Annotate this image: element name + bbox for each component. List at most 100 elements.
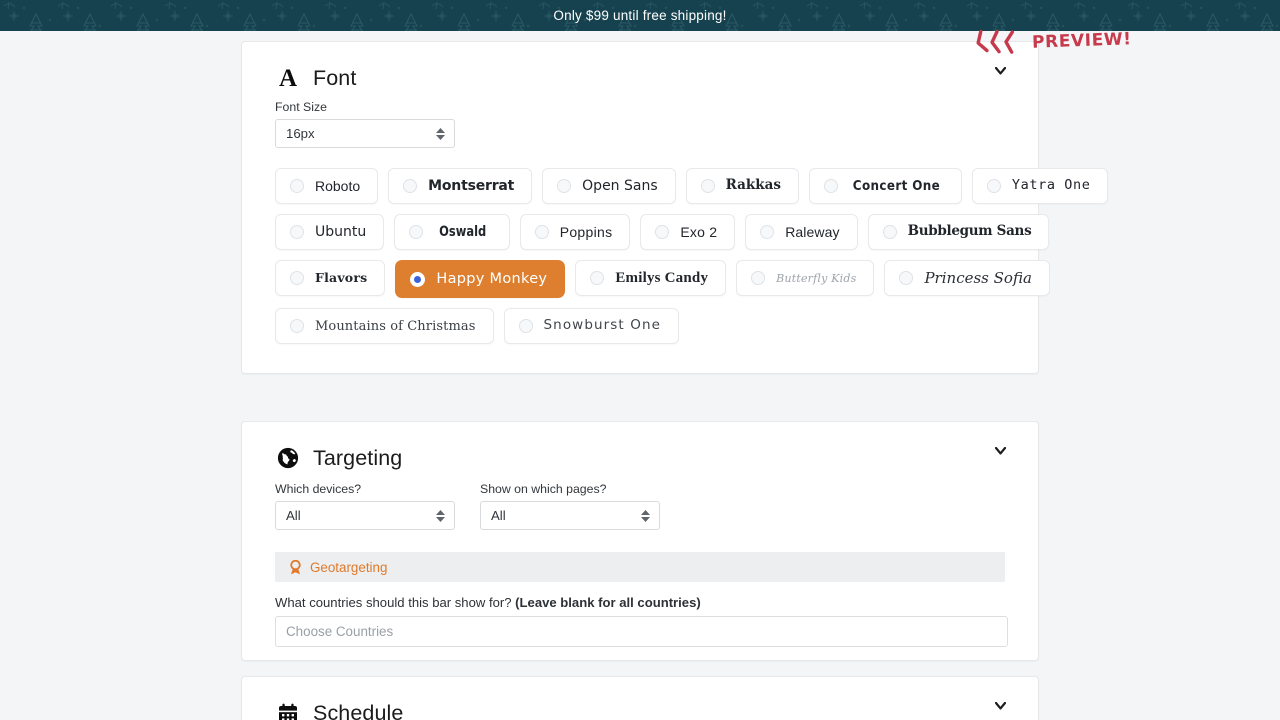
targeting-card-title: Targeting — [313, 445, 403, 470]
font-option-poppins[interactable]: Poppins — [519, 214, 631, 250]
font-option-princess-sofia[interactable]: Princess Sofia — [884, 260, 1050, 296]
countries-question: What countries should this bar show for?… — [275, 595, 1005, 610]
radio-unchecked-icon[interactable] — [655, 225, 670, 239]
radio-unchecked-icon[interactable] — [823, 179, 838, 193]
font-option-roboto[interactable]: Roboto — [275, 168, 379, 204]
font-option-montserrat[interactable]: Montserrat — [388, 168, 533, 204]
devices-field: Which devices? All — [275, 482, 455, 530]
font-option-label: Happy Monkey — [436, 270, 548, 287]
pages-label: Show on which pages? — [480, 482, 607, 496]
schedule-card: Schedule — [241, 676, 1039, 720]
radio-unchecked-icon[interactable] — [518, 319, 533, 333]
font-card-header[interactable]: A Font — [242, 42, 1038, 100]
devices-select[interactable]: All — [275, 501, 455, 530]
font-option-label: Exo 2 — [680, 224, 718, 240]
radio-unchecked-icon[interactable] — [409, 225, 424, 239]
font-option-label: Snowburst One — [543, 317, 662, 334]
geotargeting-banner: Geotargeting — [275, 552, 1005, 582]
font-option-ubuntu[interactable]: Ubuntu — [275, 214, 385, 250]
font-card: A Font Font Size 16px Roboto Montserrat Op… — [241, 41, 1109, 374]
radio-unchecked-icon[interactable] — [882, 225, 897, 239]
targeting-card-body: Which devices? All Show on which pages? … — [242, 482, 1038, 667]
font-size-value: 16px — [286, 126, 315, 141]
targeting-selects-row: Which devices? All Show on which pages? … — [275, 482, 1005, 530]
pages-field: Show on which pages? All — [480, 482, 660, 530]
font-option-yatra-one[interactable]: Yatra One — [971, 168, 1109, 204]
choose-countries-placeholder: Choose Countries — [286, 624, 394, 639]
font-option-oswald[interactable]: Oswald — [394, 214, 510, 250]
font-option-label: Poppins — [559, 224, 613, 240]
font-option-label: Concert One — [852, 178, 941, 194]
font-option-label: Ubuntu — [315, 224, 367, 240]
geotargeting-label: Geotargeting — [310, 559, 388, 575]
font-option-snowburst-one[interactable]: Snowburst One — [503, 308, 680, 344]
font-option-label: Princess Sofia — [924, 268, 1032, 287]
chevron-down-icon-schedule[interactable] — [992, 698, 1008, 714]
stepper-arrows-icon — [641, 509, 650, 522]
schedule-card-header[interactable]: Schedule — [242, 677, 1038, 720]
font-option-label: Oswald — [439, 224, 487, 240]
font-option-mountains-of-christmas[interactable]: Mountains of Christmas — [275, 308, 494, 344]
font-option-label: Raleway — [785, 224, 840, 240]
devices-value: All — [286, 508, 301, 523]
radio-unchecked-icon[interactable] — [590, 271, 605, 285]
font-options-row: Mountains of Christmas Snowburst One — [275, 308, 1005, 344]
targeting-card: Targeting Which devices? All Show on whi… — [241, 421, 1039, 661]
calendar-icon — [275, 700, 301, 720]
radio-unchecked-icon[interactable] — [700, 179, 715, 193]
stepper-arrows-icon — [436, 127, 445, 140]
font-option-emilys-candy[interactable]: Emilys Candy — [575, 260, 727, 296]
font-option-label: Emilys Candy — [615, 269, 709, 286]
radio-unchecked-icon[interactable] — [760, 225, 775, 239]
countries-question-text: What countries should this bar show for? — [275, 595, 516, 610]
choose-countries-input[interactable]: Choose Countries — [275, 616, 1008, 647]
font-option-label: Montserrat — [428, 178, 515, 194]
font-option-rakkas[interactable]: Rakkas — [685, 168, 799, 204]
font-card-body: Font Size 16px Roboto Montserrat Open Sans… — [242, 100, 1109, 374]
schedule-card-title: Schedule — [313, 700, 404, 720]
radio-unchecked-icon[interactable] — [290, 179, 304, 193]
font-option-label: Open Sans — [582, 178, 658, 194]
radio-unchecked-icon[interactable] — [290, 271, 304, 285]
font-option-bubblegum-sans[interactable]: Bubblegum Sans — [867, 214, 1050, 250]
targeting-card-header[interactable]: Targeting — [242, 422, 1038, 480]
promo-message: Only $99 until free shipping! — [553, 8, 727, 23]
font-option-happy-monkey[interactable]: Happy Monkey — [395, 260, 566, 298]
font-option-butterfly-kids[interactable]: Butterfly Kids — [736, 260, 875, 296]
font-options-row: Roboto Montserrat Open Sans Rakkas Concert O… — [275, 168, 1109, 204]
pages-select[interactable]: All — [480, 501, 660, 530]
font-option-raleway[interactable]: Raleway — [745, 214, 858, 250]
radio-unchecked-icon[interactable] — [403, 179, 418, 193]
font-card-title: Font — [313, 65, 357, 90]
font-option-exo-2[interactable]: Exo 2 — [640, 214, 736, 250]
award-ribbon-icon — [289, 559, 302, 575]
font-option-concert-one[interactable]: Concert One — [808, 168, 962, 204]
promo-preview-bar: Only $99 until free shipping! — [0, 0, 1280, 31]
stepper-arrows-icon — [436, 509, 445, 522]
settings-page: A Font Font Size 16px Roboto Montserrat Op… — [0, 31, 1280, 720]
font-option-label: Bubblegum Sans — [907, 223, 1032, 240]
letter-a-icon: A — [278, 64, 298, 92]
chevron-down-icon-targeting[interactable] — [992, 443, 1008, 459]
radio-unchecked-icon[interactable] — [290, 319, 304, 333]
globe-icon — [275, 445, 301, 471]
font-size-select[interactable]: 16px — [275, 119, 455, 148]
font-option-label: Butterfly Kids — [776, 271, 857, 285]
radio-unchecked-icon[interactable] — [751, 271, 766, 285]
radio-unchecked-icon[interactable] — [290, 225, 304, 239]
countries-question-emphasis: (Leave blank for all countries) — [515, 595, 701, 610]
radio-unchecked-icon[interactable] — [557, 179, 572, 193]
font-option-open-sans[interactable]: Open Sans — [542, 168, 676, 204]
pages-value: All — [491, 508, 506, 523]
font-option-label: Yatra One — [1011, 177, 1091, 194]
font-size-label: Font Size — [275, 100, 327, 114]
font-option-flavors[interactable]: Flavors — [275, 260, 386, 296]
radio-unchecked-icon[interactable] — [986, 179, 1001, 193]
radio-checked-icon[interactable] — [410, 271, 426, 287]
radio-unchecked-icon[interactable] — [534, 225, 549, 239]
font-options-row: Flavors Happy Monkey Emilys Candy Butterfly… — [275, 260, 1050, 298]
font-options-group: Roboto Montserrat Open Sans Rakkas Concert O… — [275, 168, 1109, 344]
chevron-down-icon-font[interactable] — [992, 63, 1008, 79]
font-options-row: Ubuntu Oswald Poppins Exo 2 Raleway Bubblegum… — [275, 214, 1050, 250]
radio-unchecked-icon[interactable] — [899, 271, 914, 285]
